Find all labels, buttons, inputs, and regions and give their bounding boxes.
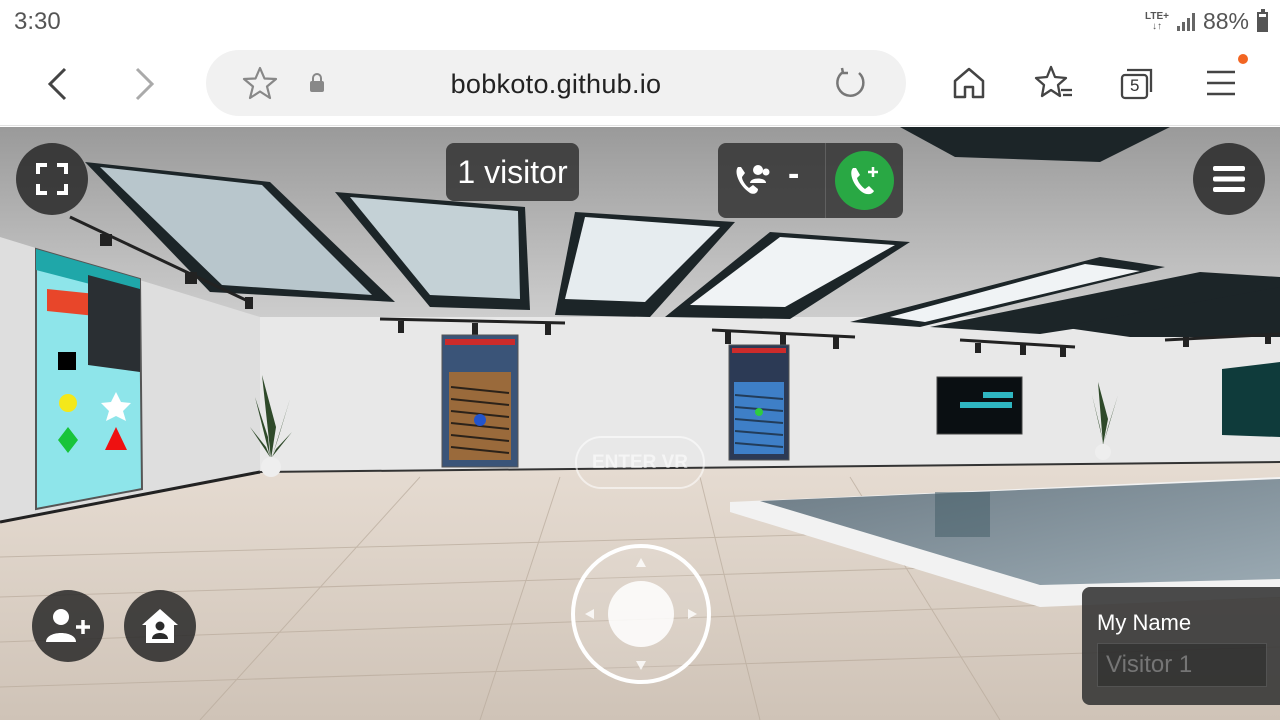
forward-icon bbox=[135, 67, 155, 101]
call-separator: - bbox=[788, 155, 800, 193]
add-user-button[interactable] bbox=[32, 590, 104, 662]
forward-button[interactable] bbox=[124, 64, 164, 104]
bookmarks-icon[interactable] bbox=[1034, 64, 1074, 102]
scene-menu-button[interactable] bbox=[1193, 143, 1265, 215]
status-icons: LTE+ ↓↑ 88% bbox=[1145, 8, 1268, 35]
vr-gallery-scene[interactable]: 1 visitor - ENTER VR My Name bbox=[0, 127, 1280, 720]
signal-icon bbox=[1176, 12, 1195, 31]
tabs-button[interactable]: 5 bbox=[1118, 64, 1156, 102]
call-divider bbox=[825, 143, 826, 218]
group-call-icon bbox=[736, 165, 770, 194]
enter-vr-button[interactable]: ENTER VR bbox=[575, 436, 705, 489]
visitor-count: 1 visitor bbox=[446, 143, 579, 201]
menu-icon bbox=[1213, 166, 1245, 192]
joystick-arrows-icon bbox=[585, 558, 697, 670]
call-panel: - bbox=[718, 143, 903, 218]
add-call-button[interactable] bbox=[835, 151, 894, 210]
battery-icon bbox=[1257, 8, 1268, 32]
house-user-icon bbox=[142, 609, 178, 643]
my-name-label: My Name bbox=[1097, 610, 1192, 635]
home-icon[interactable] bbox=[950, 64, 988, 102]
add-user-icon bbox=[46, 609, 90, 642]
back-icon bbox=[47, 67, 67, 101]
add-call-icon bbox=[850, 166, 878, 194]
fullscreen-icon bbox=[36, 163, 68, 195]
movement-joystick[interactable] bbox=[571, 544, 711, 684]
status-bar: 3:30 LTE+ ↓↑ 88% bbox=[0, 0, 1280, 44]
back-button[interactable] bbox=[38, 64, 78, 104]
url-text[interactable]: bobkoto.github.io bbox=[206, 69, 906, 100]
battery-percent: 88% bbox=[1202, 8, 1249, 34]
menu-icon[interactable] bbox=[1204, 64, 1238, 102]
network-type: LTE+ ↓↑ bbox=[1144, 10, 1169, 32]
group-call-button[interactable] bbox=[732, 161, 772, 202]
reload-icon[interactable] bbox=[834, 66, 868, 100]
address-bar[interactable]: bobkoto.github.io bbox=[206, 50, 906, 116]
clock: 3:30 bbox=[14, 8, 61, 35]
fullscreen-button[interactable] bbox=[16, 143, 88, 215]
lobby-button[interactable] bbox=[124, 590, 196, 662]
notification-dot bbox=[1238, 54, 1248, 64]
tabs-count: 5 bbox=[1130, 76, 1140, 95]
name-panel: My Name bbox=[1082, 587, 1280, 705]
browser-toolbar: bobkoto.github.io 5 bbox=[0, 44, 1280, 126]
name-input[interactable] bbox=[1097, 643, 1267, 687]
